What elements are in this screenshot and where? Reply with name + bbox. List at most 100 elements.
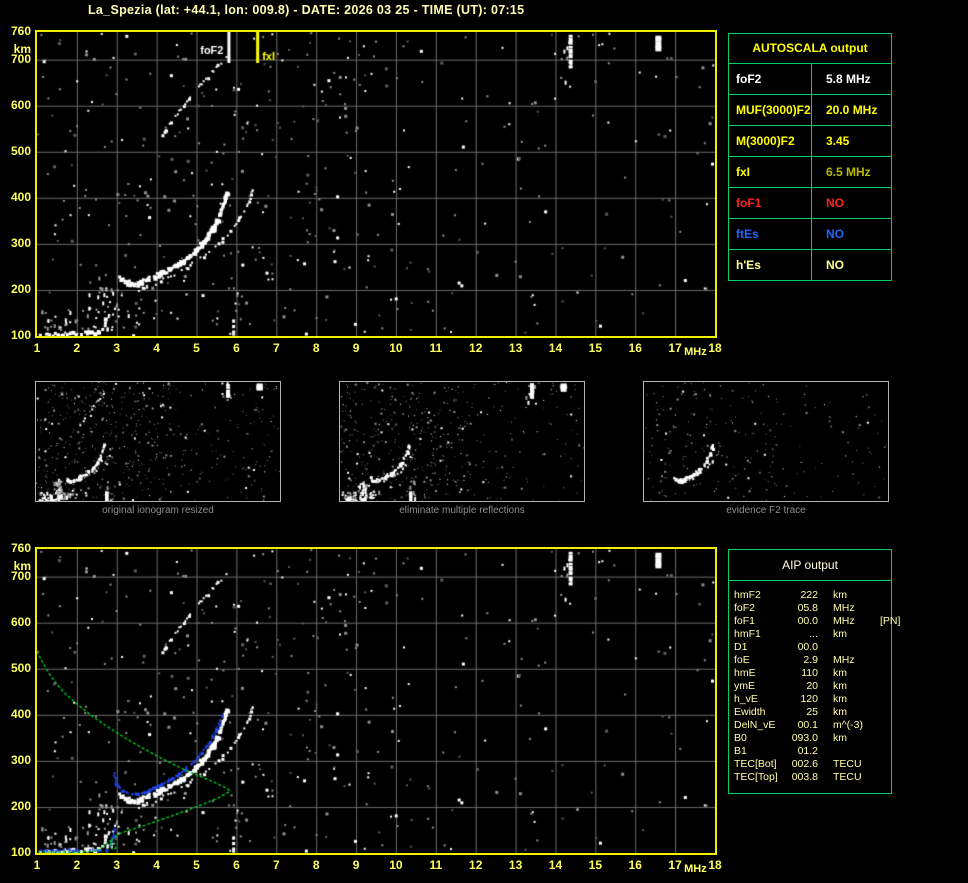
aip-extra [878, 680, 889, 693]
x-axis-tick-label: 13 [508, 341, 523, 355]
x-axis-tick-label: 11 [429, 858, 443, 872]
x-axis-tick-label: 1 [33, 858, 41, 872]
aip-name: TEC[Bot] [734, 758, 777, 770]
aip-extra [878, 758, 889, 771]
aip-unit [818, 641, 878, 654]
x-axis-tick-label: 15 [588, 341, 603, 355]
aip-unit: m^(-3) [833, 719, 864, 731]
table-row: M(3000)F2 3.45 [729, 126, 891, 157]
aip-val: 20 [806, 680, 818, 692]
table-row: foF1 NO [729, 188, 891, 219]
parameter-label: foF2 [729, 64, 812, 94]
aip-output-table: AIP output hmF2 222 km foF2 05.8 MHz foF1 00.0 M… [728, 549, 900, 794]
parameter-value: 20.0 MHz [826, 103, 878, 117]
table-row: h_vE 120 km [734, 693, 889, 706]
aip-val: 2.9 [803, 654, 818, 666]
table-row: h'Es NO [729, 250, 891, 280]
aip-extra: [PN] [880, 615, 901, 627]
x-axis-tick-label: 17 [668, 341, 682, 355]
aip-name: foF2 [734, 602, 756, 614]
aip-extra [878, 745, 889, 758]
aip-extra [878, 628, 889, 641]
thumbnail-original-ionogram [35, 381, 281, 502]
y-axis-unit-label: km [13, 559, 31, 573]
aip-unit: TECU [833, 758, 862, 770]
x-axis-tick-label: 8 [312, 341, 320, 355]
table-row: DelN_vE 00.1 m^(-3) [734, 719, 889, 732]
x-axis-tick-label: 7 [272, 341, 280, 355]
x-axis-tick-label: 3 [113, 858, 121, 872]
aip-val: 00.0 [797, 615, 818, 627]
x-axis-tick-label: 10 [389, 858, 403, 872]
x-axis-tick-label: 11 [429, 341, 443, 355]
thumbnail-eliminate-reflections [339, 381, 585, 502]
autoscala-table-header: AUTOSCALA output [729, 34, 891, 64]
aip-name: D1 [734, 641, 748, 653]
y-axis-tick-label: 300 [10, 752, 31, 767]
aip-name: B1 [734, 745, 747, 757]
table-row: D1 00.0 [734, 641, 889, 654]
x-axis-tick-label: 5 [193, 341, 200, 355]
thumbnail-evidence-canvas [644, 382, 888, 501]
table-row: foE 2.9 MHz [734, 654, 889, 667]
aip-extra [878, 693, 889, 706]
x-axis-tick-label: 6 [233, 858, 240, 872]
aip-name: hmE [734, 667, 756, 679]
aip-unit: km [833, 680, 847, 692]
parameter-value: NO [826, 258, 844, 272]
table-row: TEC[Top] 003.8 TECU [734, 771, 889, 784]
y-axis-tick-label: 400 [10, 189, 31, 204]
table-row: MUF(3000)F2 20.0 MHz [729, 95, 891, 126]
y-axis-tick-label: 500 [10, 143, 31, 158]
aip-val: 05.8 [797, 602, 818, 614]
x-axis-unit-label: MHz [684, 346, 707, 358]
y-axis-tick-label: 500 [10, 660, 31, 675]
aip-extra [878, 641, 889, 654]
parameter-value: 3.45 [826, 134, 850, 148]
aip-val: 002.6 [791, 758, 818, 770]
y-axis-tick-label: 760 [10, 24, 31, 38]
aip-unit: MHz [833, 654, 855, 666]
parameter-label: M(3000)F2 [729, 126, 812, 156]
x-axis-tick-label: 12 [469, 858, 483, 872]
x-axis-tick-label: 5 [193, 858, 200, 872]
aip-val: ... [809, 628, 818, 640]
aip-val: 00.0 [797, 641, 818, 653]
aip-val: 110 [801, 667, 818, 679]
table-row: Ewidth 25 km [734, 706, 889, 719]
aip-extra [878, 706, 889, 719]
aip-unit [818, 745, 878, 758]
table-row: hmF2 222 km [734, 589, 889, 602]
x-axis-tick-label: 3 [113, 341, 121, 355]
table-row: ftEs NO [729, 219, 891, 250]
aip-unit: km [833, 589, 847, 601]
autoscala-table-rows: foF2 5.8 MHz MUF(3000)F2 20.0 MHz M(3000)F2 3… [729, 64, 891, 280]
aip-unit: km [833, 693, 847, 705]
aip-extra [878, 589, 889, 602]
aip-val: 120 [800, 693, 818, 705]
aip-unit: km [833, 706, 847, 718]
aip-unit: MHz [833, 615, 855, 627]
x-axis-tick-label: 4 [153, 341, 160, 355]
thumbnail-caption-original: original ionogram resized [102, 505, 214, 516]
aip-name: h_vE [734, 693, 758, 705]
aip-name: B0 [734, 732, 747, 744]
bottom-ionogram-plot [35, 547, 717, 855]
parameter-value: NO [826, 227, 844, 241]
autoscala-app-window: La_Spezia (lat: +44.1, lon: 009.8) - DAT… [0, 0, 968, 883]
x-axis-tick-label: 7 [272, 858, 280, 872]
aip-unit: MHz [833, 602, 855, 614]
aip-table-header: AIP output [729, 550, 891, 581]
x-axis-tick-label: 15 [588, 858, 603, 872]
table-row: foF2 5.8 MHz [729, 64, 891, 95]
x-axis-unit-label: MHz [684, 863, 707, 875]
x-axis-tick-label: 1 [33, 341, 41, 355]
aip-name: foE [734, 654, 750, 666]
aip-name: foF1 [734, 615, 756, 627]
table-row: foF1 00.0 MHz [PN] [734, 615, 900, 628]
aip-name: hmF1 [734, 628, 761, 640]
table-row: B0 093.0 km [734, 732, 889, 745]
x-axis-tick-label: 16 [628, 341, 642, 355]
aip-unit: TECU [833, 771, 862, 783]
parameter-label: h'Es [729, 250, 812, 280]
